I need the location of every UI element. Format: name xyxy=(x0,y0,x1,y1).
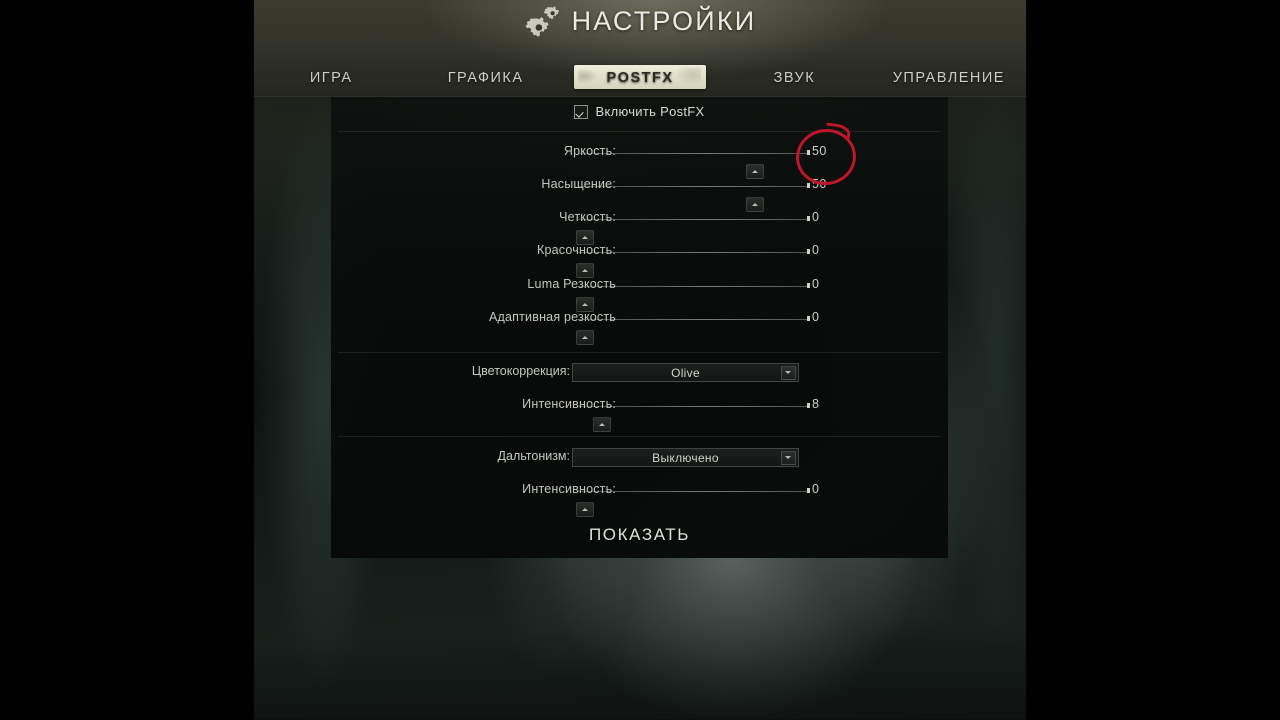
slider-row-saturation[interactable]: Насыщение: 50 xyxy=(331,177,948,212)
slider-row-colorblind-intensity[interactable]: Интенсивность: 0 xyxy=(331,482,948,517)
tab-sound[interactable]: ЗВУК xyxy=(717,70,871,86)
slider-value-saturation: 50 xyxy=(812,177,827,191)
slider-track-color-intensity[interactable] xyxy=(578,406,808,407)
slider-label-saturation: Насыщение: xyxy=(541,177,616,191)
slider-track-brightness[interactable] xyxy=(578,153,808,154)
slider-track-colorblind-intensity[interactable] xyxy=(578,491,808,492)
divider-top xyxy=(338,131,941,132)
divider-color-correction xyxy=(338,352,941,353)
slider-track-end-colorblind-intensity xyxy=(807,488,810,493)
slider-row-adaptive-sharpness[interactable]: Адаптивная резкость 0 xyxy=(331,310,948,345)
tab-graphics[interactable]: ГРАФИКА xyxy=(408,70,562,86)
slider-row-luma-sharpness[interactable]: Luma Резкость 0 xyxy=(331,277,948,312)
tab-game[interactable]: ИГРА xyxy=(254,70,408,86)
slider-thumb-vibrance[interactable] xyxy=(576,263,594,278)
dropdown-value-colorblind: Выключено xyxy=(652,450,719,465)
tab-postfx-label: POSTFX xyxy=(606,70,674,86)
slider-row-brightness[interactable]: Яркость: 50 xyxy=(331,144,948,179)
slider-value-colorblind-intensity: 0 xyxy=(812,482,820,496)
dropdown-label-color-correction: Цветокоррекция: xyxy=(471,364,570,378)
slider-value-vibrance: 0 xyxy=(812,243,820,257)
settings-tabs[interactable]: ИГРА ГРАФИКА POSTFX ЗВУК УПРАВЛЕНИЕ xyxy=(254,64,1026,92)
slider-thumb-adaptive-sharpness[interactable] xyxy=(576,330,594,345)
slider-track-end-adaptive-sharpness xyxy=(807,316,810,321)
dropdown-value-color-correction: Olive xyxy=(671,365,700,380)
dropdown-colorblind[interactable]: Выключено xyxy=(572,448,799,467)
slider-track-saturation[interactable] xyxy=(578,186,808,187)
slider-label-clarity: Четкость: xyxy=(559,210,616,224)
slider-row-clarity[interactable]: Четкость: 0 xyxy=(331,210,948,245)
tab-postfx[interactable]: POSTFX xyxy=(563,65,717,89)
slider-track-end-color-intensity xyxy=(807,403,810,408)
slider-track-luma-sharpness[interactable] xyxy=(578,286,808,287)
slider-track-end-saturation xyxy=(807,183,810,188)
tab-sound-label: ЗВУК xyxy=(773,70,816,86)
tab-game-label: ИГРА xyxy=(309,70,353,86)
slider-label-colorblind-intensity: Интенсивность: xyxy=(522,482,616,496)
slider-track-vibrance[interactable] xyxy=(578,252,808,253)
slider-row-vibrance[interactable]: Красочность: 0 xyxy=(331,243,948,278)
slider-value-color-intensity: 8 xyxy=(812,397,820,411)
chevron-down-icon[interactable] xyxy=(781,451,796,465)
postfx-settings-panel: Включить PostFX Яркость: 50 Насыщение: 5… xyxy=(331,97,948,558)
tab-controls[interactable]: УПРАВЛЕНИЕ xyxy=(872,70,1026,86)
tab-controls-label: УПРАВЛЕНИЕ xyxy=(892,70,1005,86)
slider-value-adaptive-sharpness: 0 xyxy=(812,310,820,324)
slider-label-adaptive-sharpness: Адаптивная резкость xyxy=(488,310,616,324)
slider-track-clarity[interactable] xyxy=(578,219,808,220)
gears-icon xyxy=(524,5,560,39)
settings-header: НАСТРОЙКИ ИГРА ГРАФИКА POSTFX ЗВУК УПРАВ… xyxy=(254,0,1026,97)
chevron-down-icon[interactable] xyxy=(781,366,796,380)
slider-track-end-clarity xyxy=(807,216,810,221)
enable-postfx-label: Включить PostFX xyxy=(595,104,705,119)
slider-label-color-intensity: Интенсивность: xyxy=(522,397,616,411)
slider-value-brightness: 50 xyxy=(812,144,827,158)
slider-track-end-brightness xyxy=(807,150,810,155)
slider-value-luma-sharpness: 0 xyxy=(812,277,820,291)
dropdown-color-correction[interactable]: Olive xyxy=(572,363,799,382)
slider-row-color-intensity[interactable]: Интенсивность: 8 xyxy=(331,397,948,432)
show-button[interactable]: ПОКАЗАТЬ xyxy=(331,525,948,545)
slider-track-end-luma-sharpness xyxy=(807,283,810,288)
dropdown-label-colorblind: Дальтонизм: xyxy=(497,449,570,463)
dropdown-row-color-correction[interactable]: Цветокоррекция: Olive xyxy=(331,363,948,382)
page-title: НАСТРОЙКИ xyxy=(571,5,757,36)
game-settings-screen: НАСТРОЙКИ ИГРА ГРАФИКА POSTFX ЗВУК УПРАВ… xyxy=(0,0,1280,720)
dropdown-row-colorblind[interactable]: Дальтонизм: Выключено xyxy=(331,448,948,467)
tab-graphics-label: ГРАФИКА xyxy=(447,70,524,86)
slider-track-adaptive-sharpness[interactable] xyxy=(578,319,808,320)
slider-label-brightness: Яркость: xyxy=(563,144,616,158)
divider-colorblind xyxy=(338,436,941,437)
checkbox-checked-icon[interactable] xyxy=(574,104,589,119)
slider-track-end-vibrance xyxy=(807,249,810,254)
slider-value-clarity: 0 xyxy=(812,210,820,224)
slider-thumb-color-intensity[interactable] xyxy=(593,417,611,432)
slider-thumb-colorblind-intensity[interactable] xyxy=(576,502,594,517)
enable-postfx-row[interactable]: Включить PostFX xyxy=(331,104,948,119)
slider-label-luma-sharpness: Luma Резкость xyxy=(527,277,616,291)
slider-label-vibrance: Красочность: xyxy=(537,243,616,257)
title-row: НАСТРОЙКИ xyxy=(254,4,1026,38)
